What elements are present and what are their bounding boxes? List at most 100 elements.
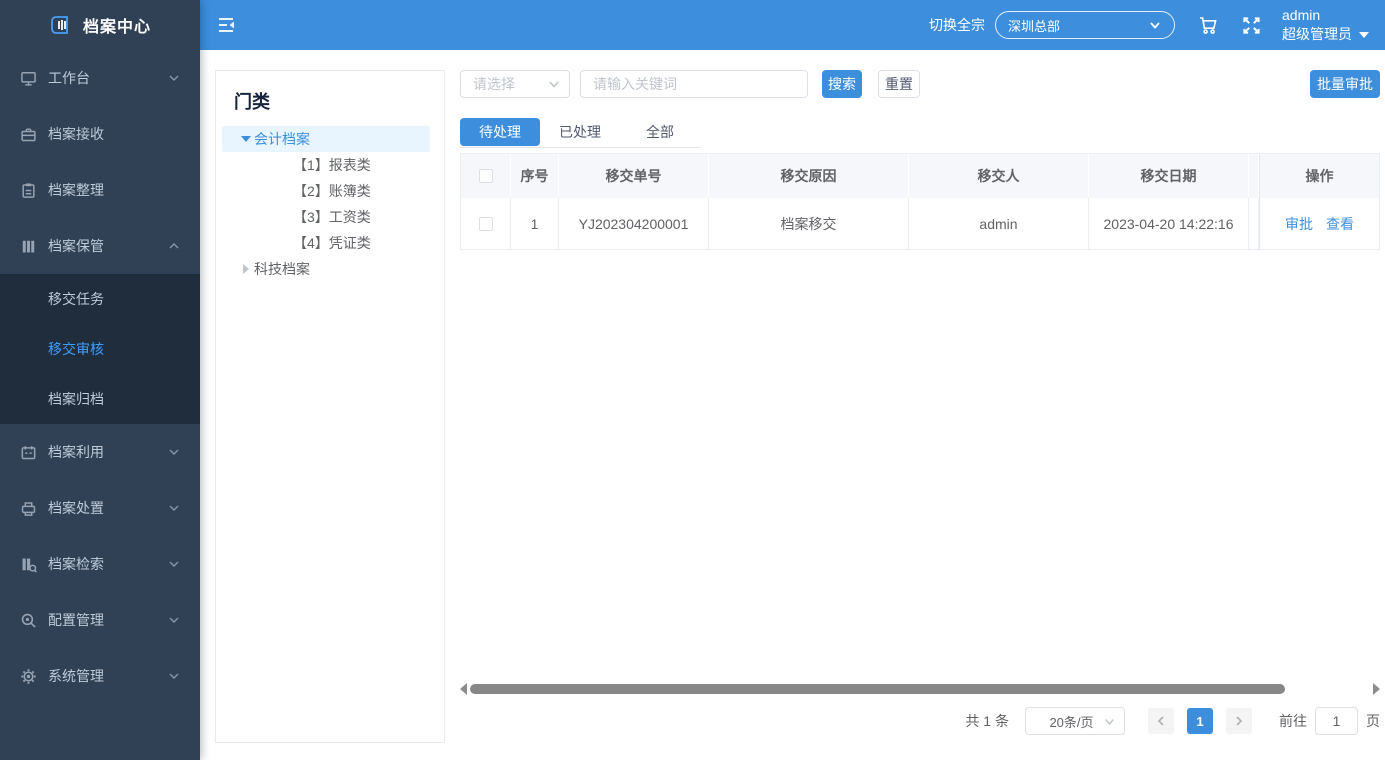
submenu-item-label: 移交任务	[48, 289, 104, 309]
menu-fold-icon[interactable]	[216, 14, 238, 36]
fullscreen-icon[interactable]	[1241, 15, 1262, 36]
content-panel: 请选择 搜索 重置 批量审批 待处理 已处理 全部 序号 移交单号 移交原因 移…	[460, 70, 1380, 735]
filter-select[interactable]: 请选择	[460, 70, 570, 98]
chevron-up-icon	[168, 240, 180, 252]
sidebar-item-disposal[interactable]: 档案处置	[0, 480, 200, 536]
caret-expanded-icon	[241, 136, 251, 142]
submenu-item-archive-filing[interactable]: 档案归档	[0, 374, 200, 424]
main-content: 门类 会计档案 【1】报表类 【2】账簿类 【3】工资类 【4】凭证类 科技档案…	[200, 50, 1385, 760]
tree-child-label: 【3】工资类	[293, 207, 371, 227]
keyword-input[interactable]	[580, 70, 808, 98]
sidebar-item-label: 工作台	[48, 68, 168, 88]
gear-icon	[20, 668, 37, 685]
sidebar-item-organize[interactable]: 档案整理	[0, 162, 200, 218]
filter-select-placeholder: 请选择	[473, 74, 547, 94]
pagination: 共 1 条 20条/页 1 前往 页	[460, 707, 1380, 735]
goto-label: 前往	[1279, 711, 1307, 731]
sidebar-item-system[interactable]: 系统管理	[0, 648, 200, 704]
view-link[interactable]: 查看	[1326, 214, 1354, 234]
table-header-row: 序号 移交单号 移交原因 移交人 移交日期 操作	[461, 154, 1379, 198]
cell-index: 1	[511, 198, 559, 250]
chevron-right-icon	[1233, 715, 1245, 727]
user-menu[interactable]: admin 超级管理员	[1282, 6, 1369, 44]
horizontal-scrollbar	[460, 682, 1380, 695]
sidebar-item-config[interactable]: 配置管理	[0, 592, 200, 648]
sidebar-item-receive[interactable]: 档案接收	[0, 106, 200, 162]
batch-approve-button[interactable]: 批量审批	[1310, 70, 1380, 98]
tree-node-label: 会计档案	[254, 129, 310, 149]
magnifier-icon	[20, 612, 37, 629]
chevron-down-icon	[1103, 715, 1116, 728]
scroll-right-arrow-icon[interactable]	[1373, 683, 1380, 695]
tab-pending[interactable]: 待处理	[460, 118, 540, 146]
org-select[interactable]: 深圳总部	[995, 11, 1175, 39]
tree-node-technology[interactable]: 科技档案	[222, 256, 430, 282]
books-search-icon	[20, 556, 37, 573]
tree-child-vouchers[interactable]: 【4】凭证类	[216, 230, 444, 256]
row-checkbox[interactable]	[479, 217, 493, 231]
page-size-value: 20条/页	[1040, 712, 1103, 731]
submenu-item-transfer-review[interactable]: 移交审核	[0, 324, 200, 374]
tree-child-salary[interactable]: 【3】工资类	[216, 204, 444, 230]
tree-child-label: 【1】报表类	[293, 155, 371, 175]
select-all-checkbox[interactable]	[479, 169, 493, 183]
sidebar-item-label: 配置管理	[48, 610, 168, 630]
cell-reason: 档案移交	[709, 198, 909, 250]
page-unit-label: 页	[1366, 711, 1380, 731]
tree-child-reports[interactable]: 【1】报表类	[216, 152, 444, 178]
column-header-date: 移交日期	[1089, 154, 1249, 198]
calendar-icon	[20, 444, 37, 461]
prev-page-button[interactable]	[1148, 708, 1174, 734]
briefcase-icon	[20, 126, 37, 143]
sidebar-item-label: 档案保管	[48, 236, 168, 256]
search-button[interactable]: 搜索	[822, 70, 862, 98]
column-header-index: 序号	[511, 154, 559, 198]
filter-toolbar: 请选择 搜索 重置 批量审批	[460, 70, 1380, 98]
scrollbar-thumb[interactable]	[470, 684, 1285, 694]
cart-icon[interactable]	[1197, 13, 1221, 37]
scroll-left-arrow-icon[interactable]	[460, 683, 467, 695]
clipboard-icon	[20, 182, 37, 199]
tab-processed[interactable]: 已处理	[540, 118, 620, 146]
user-role: 超级管理员	[1282, 25, 1352, 44]
sidebar-item-usage[interactable]: 档案利用	[0, 424, 200, 480]
category-panel: 门类 会计档案 【1】报表类 【2】账簿类 【3】工资类 【4】凭证类 科技档案	[215, 70, 445, 743]
monitor-icon	[20, 70, 37, 87]
tree-child-label: 【2】账簿类	[293, 181, 371, 201]
sidebar-item-retrieval[interactable]: 档案检索	[0, 536, 200, 592]
page-number-button[interactable]: 1	[1187, 708, 1213, 734]
archive-logo-icon	[49, 13, 73, 37]
sidebar-item-label: 档案接收	[48, 124, 180, 144]
tree-node-accounting[interactable]: 会计档案	[222, 126, 430, 152]
chevron-down-icon	[1359, 32, 1369, 38]
tree-child-ledgers[interactable]: 【2】账簿类	[216, 178, 444, 204]
approve-link[interactable]: 审批	[1285, 214, 1313, 234]
tab-all[interactable]: 全部	[620, 118, 700, 146]
sidebar-menu: 工作台 档案接收 档案整理	[0, 50, 200, 704]
sidebar-item-label: 档案整理	[48, 180, 180, 200]
chevron-left-icon	[1155, 715, 1167, 727]
column-header-actions: 操作	[1259, 154, 1379, 198]
sidebar-item-label: 系统管理	[48, 666, 168, 686]
sidebar-item-storage[interactable]: 档案保管	[0, 218, 200, 274]
caret-collapsed-icon	[243, 264, 249, 274]
sidebar-item-workbench[interactable]: 工作台	[0, 50, 200, 106]
reset-button[interactable]: 重置	[878, 70, 920, 98]
app-logo: 档案中心	[0, 0, 200, 50]
app-title: 档案中心	[83, 13, 151, 37]
page-size-select[interactable]: 20条/页	[1025, 707, 1125, 735]
tree-node-label: 科技档案	[254, 259, 310, 279]
category-panel-title: 门类	[234, 88, 444, 114]
storage-submenu: 移交任务 移交审核 档案归档	[0, 274, 200, 424]
table-row: 1 YJ202304200001 档案移交 admin 2023-04-20 1…	[461, 198, 1379, 250]
cell-person: admin	[909, 198, 1089, 250]
chevron-down-icon	[168, 72, 180, 84]
sidebar: 档案中心 工作台 档案接收	[0, 0, 200, 760]
chevron-down-icon	[1148, 18, 1162, 32]
org-select-value: 深圳总部	[1008, 16, 1148, 35]
submenu-item-transfer-task[interactable]: 移交任务	[0, 274, 200, 324]
next-page-button[interactable]	[1226, 708, 1252, 734]
goto-page-input[interactable]	[1315, 707, 1358, 735]
submenu-item-label: 档案归档	[48, 389, 104, 409]
column-header-reason: 移交原因	[709, 154, 909, 198]
